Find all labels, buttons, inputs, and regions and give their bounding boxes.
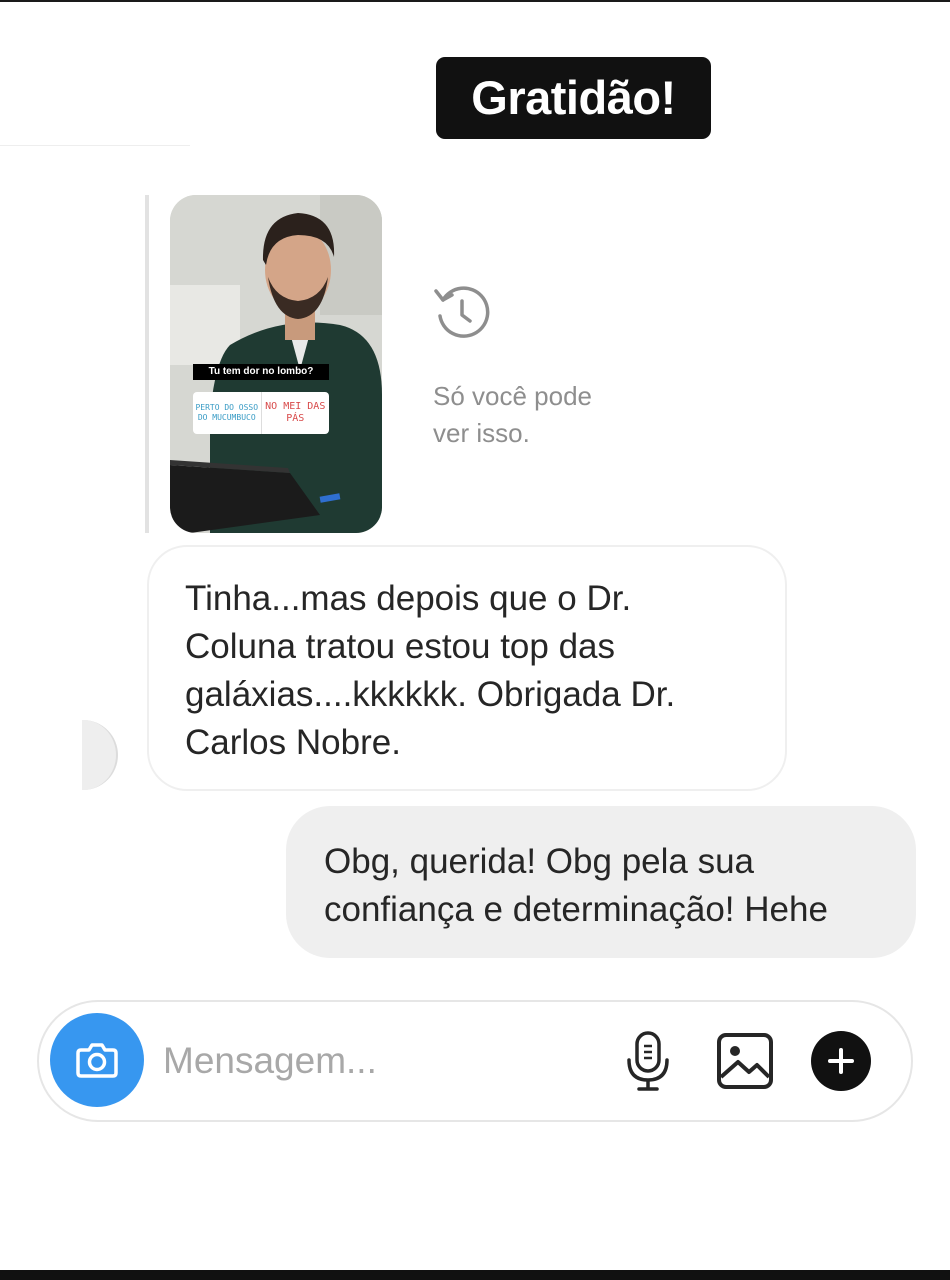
visibility-note: Só você pode ver isso. (433, 381, 593, 448)
incoming-message-bubble[interactable]: Tinha...mas depois que o Dr. Coluna trat… (147, 545, 787, 791)
camera-icon (76, 1043, 118, 1078)
divider (0, 145, 190, 146)
microphone-icon[interactable] (625, 1030, 671, 1092)
message-line: Carlos Nobre. (185, 723, 401, 762)
message-line: confiança e determinação! Hehe (324, 890, 828, 929)
top-edge (0, 0, 950, 2)
message-line: Coluna tratou estou top das (185, 627, 616, 666)
message-input[interactable] (163, 1033, 583, 1089)
reply-indicator-bar (145, 195, 149, 533)
gallery-icon[interactable] (716, 1032, 774, 1090)
poll-sticker: PERTO DO OSSO DO MUCUMBUCO NO MEI DAS PÁ… (193, 392, 329, 434)
more-options-button[interactable] (811, 1031, 871, 1091)
poll-option-a: PERTO DO OSSO DO MUCUMBUCO (193, 392, 262, 434)
avatar[interactable] (82, 720, 118, 790)
message-line: Tinha...mas depois que o Dr. (185, 579, 632, 618)
history-icon (434, 286, 490, 338)
message-line: Obg, querida! Obg pela sua (324, 842, 755, 881)
poll-option-b: NO MEI DAS PÁS (265, 401, 326, 424)
title-sticker: Gratidão! (436, 57, 711, 139)
plus-icon (828, 1048, 854, 1074)
bottom-edge (0, 1270, 950, 1280)
poll-question: Tu tem dor no lombo? (193, 364, 329, 380)
camera-button[interactable] (50, 1013, 144, 1107)
message-line: galáxias....kkkkkk. Obrigada Dr. (185, 675, 676, 714)
outgoing-message-bubble[interactable]: Obg, querida! Obg pela sua confiança e d… (286, 806, 916, 958)
